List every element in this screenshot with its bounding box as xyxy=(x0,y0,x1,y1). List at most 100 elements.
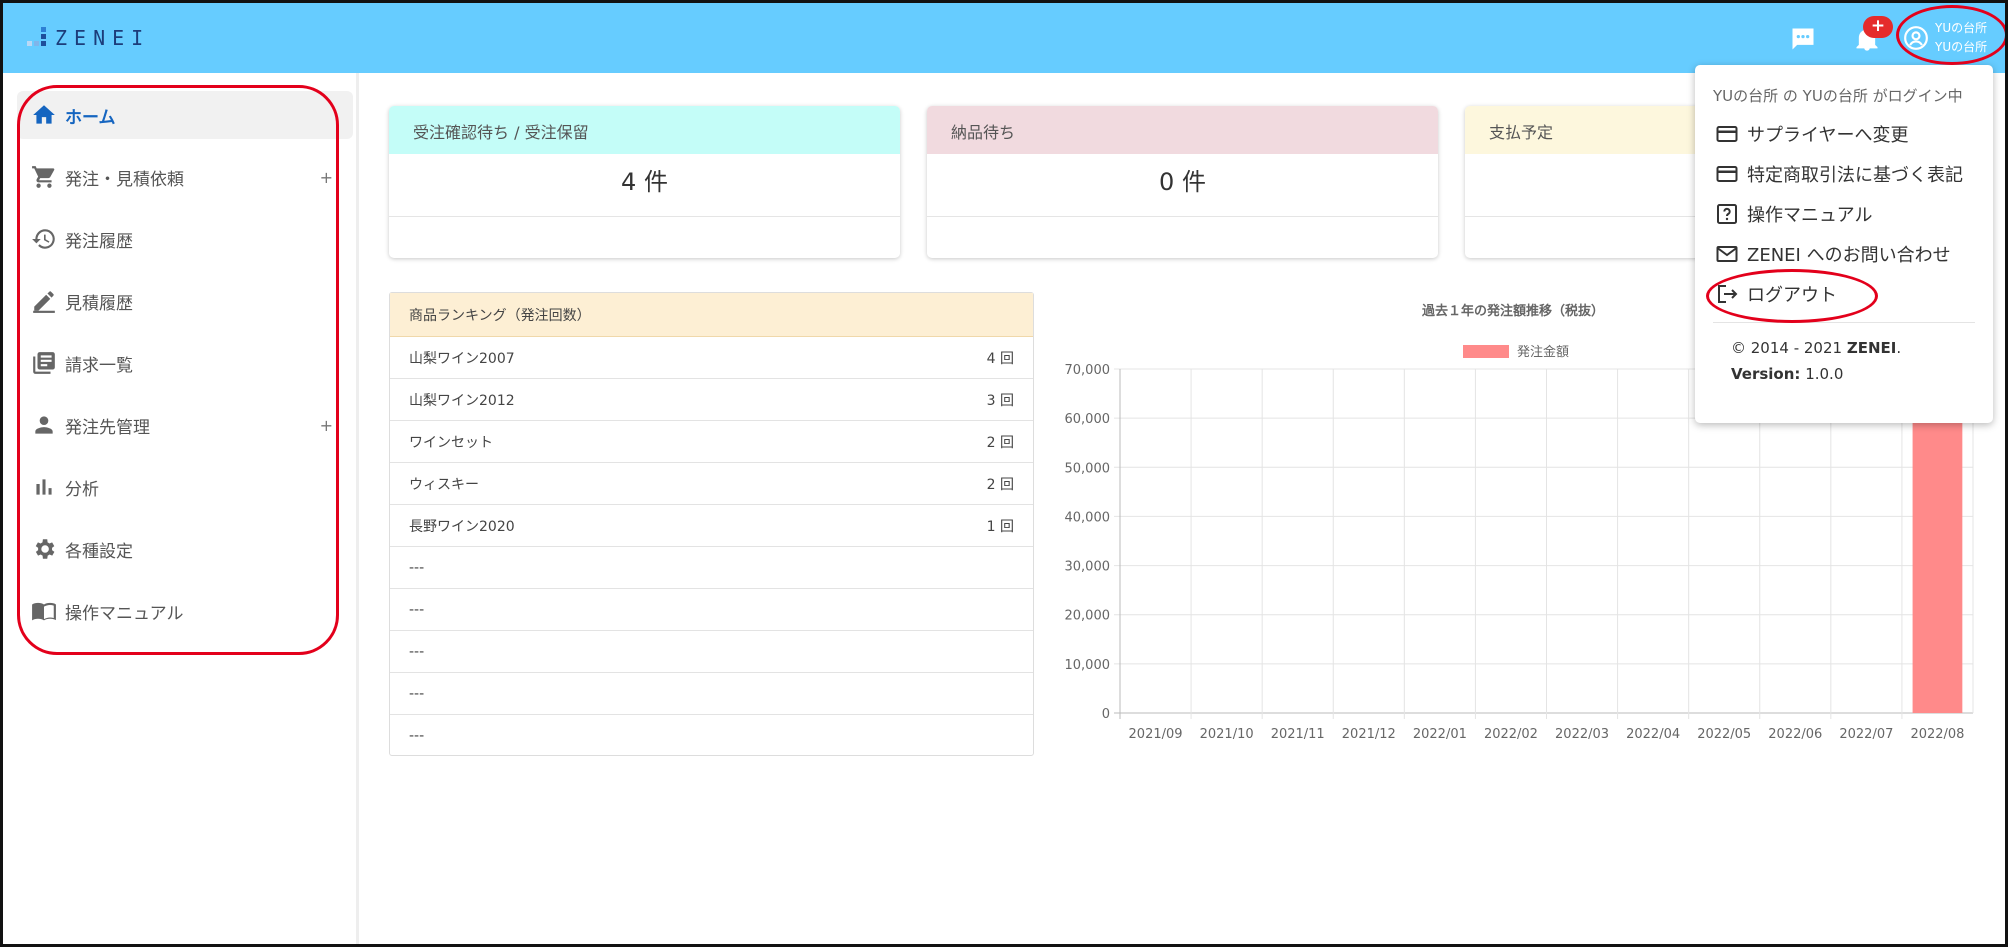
y-tick-label: 0 xyxy=(1102,707,1110,722)
ranking-row: ウィスキー 2 回 xyxy=(390,463,1033,505)
sidebar-item-settings[interactable]: 各種設定 xyxy=(17,525,353,573)
history-icon xyxy=(32,229,55,249)
person-icon xyxy=(35,416,53,434)
logo-text: ZENEI xyxy=(55,26,151,50)
version-text: Version: 1.0.0 xyxy=(1731,365,1844,383)
ranking-row: 山梨ワイン2012 3 回 xyxy=(390,379,1033,421)
sidebar-item-invoices[interactable]: 請求一覧 xyxy=(17,339,353,387)
mail-icon xyxy=(1716,246,1738,262)
ranking-product-name: --- xyxy=(409,728,425,744)
user-name-line2: YUの台所 xyxy=(1935,40,1988,54)
card-title: 納品待ち xyxy=(927,106,1438,154)
sidebar-item-label: 発注履歴 xyxy=(65,231,133,252)
list-icon xyxy=(33,352,55,374)
legal-notice-item[interactable]: 特定商取引法に基づく表記 xyxy=(1715,159,1963,189)
card-icon xyxy=(1716,126,1738,142)
sidebar-item-label: 操作マニュアル xyxy=(65,603,184,624)
x-tick-label: 2022/08 xyxy=(1910,727,1964,742)
x-tick-label: 2021/12 xyxy=(1342,727,1396,742)
y-tick-label: 40,000 xyxy=(1065,510,1111,525)
chart-bar xyxy=(1912,418,1963,713)
legend-swatch xyxy=(1463,345,1509,358)
card-icon xyxy=(1716,166,1738,182)
y-tick-label: 60,000 xyxy=(1065,412,1111,427)
x-tick-label: 2022/05 xyxy=(1697,727,1751,742)
ranking-product-name: ワインセット xyxy=(409,434,493,451)
card-awaiting-delivery[interactable]: 納品待ち 0 件 xyxy=(927,106,1438,258)
logo-mark-icon xyxy=(25,25,51,51)
ranking-row: 長野ワイン2020 1 回 xyxy=(390,505,1033,547)
ranking-count: 2 回 xyxy=(986,476,1014,493)
help-icon xyxy=(1717,204,1737,224)
sidebar-item-label: 請求一覧 xyxy=(65,355,133,376)
user-circle-icon xyxy=(1904,26,1928,50)
ranking-product-name: --- xyxy=(409,601,425,618)
y-tick-label: 30,000 xyxy=(1065,560,1111,575)
copyright-text: © 2014 - 2021 ZENEI. xyxy=(1731,339,1902,357)
chat-icon[interactable] xyxy=(1789,25,1817,53)
ranking-row: --- xyxy=(390,631,1033,673)
sidebar-item-order-history[interactable]: 発注履歴 xyxy=(17,215,353,263)
menu-divider xyxy=(1713,322,1975,323)
sidebar-item-label: 発注先管理 xyxy=(65,417,150,438)
top-header: ZENEI + YUの台所 YUの台所 xyxy=(3,3,2005,73)
menu-item-label: サプライヤーへ変更 xyxy=(1747,125,1909,146)
ranking-product-name: 長野ワイン2020 xyxy=(409,518,515,535)
ranking-row: --- xyxy=(390,715,1033,757)
x-tick-label: 2022/04 xyxy=(1626,727,1680,742)
ranking-product-name: ウィスキー xyxy=(409,476,479,493)
ranking-row: --- xyxy=(390,589,1033,631)
menu-item-label: 操作マニュアル xyxy=(1747,205,1873,226)
sidebar-item-manual[interactable]: 操作マニュアル xyxy=(17,587,353,635)
switch-to-supplier-item[interactable]: サプライヤーへ変更 xyxy=(1715,119,1908,149)
y-tick-label: 20,000 xyxy=(1065,609,1111,624)
zenei-logo[interactable]: ZENEI xyxy=(25,25,150,51)
ranking-count: 3 回 xyxy=(986,392,1014,409)
sidebar-item-suppliers[interactable]: 発注先管理 + xyxy=(17,401,353,449)
logout-item[interactable]: ログアウト xyxy=(1715,279,1837,309)
user-dropdown-menu: YUの台所 の YUの台所 がログイン中 サプライヤーへ変更 特定商取引法に基づ… xyxy=(1695,65,1993,423)
bar-chart-icon xyxy=(36,479,52,495)
x-tick-label: 2021/09 xyxy=(1129,727,1183,742)
x-tick-label: 2022/03 xyxy=(1555,727,1609,742)
expand-plus-icon[interactable]: + xyxy=(320,168,333,187)
user-name-line1: YUの台所 xyxy=(1935,21,1988,35)
sidebar-item-home[interactable]: ホーム xyxy=(17,91,353,139)
contact-item[interactable]: ZENEI へのお問い合わせ xyxy=(1715,239,1951,269)
user-menu-toggle[interactable]: YUの台所 YUの台所 xyxy=(1903,19,1987,57)
sidebar-item-order-quote[interactable]: 発注・見積依頼 + xyxy=(17,153,353,201)
expand-plus-icon[interactable]: + xyxy=(320,416,333,435)
sidebar-item-label: 発注・見積依頼 xyxy=(65,169,184,190)
card-title: 受注確認待ち / 受注保留 xyxy=(389,106,900,154)
menu-item-label: 特定商取引法に基づく表記 xyxy=(1747,165,1963,186)
sidebar-item-analysis[interactable]: 分析 xyxy=(17,463,353,511)
x-tick-label: 2022/06 xyxy=(1768,727,1822,742)
ranking-product-name: --- xyxy=(409,643,425,660)
notification-badge: + xyxy=(1863,16,1893,38)
book-icon xyxy=(32,602,56,621)
ranking-product-name: 山梨ワイン2007 xyxy=(409,350,515,367)
card-pending-confirmation[interactable]: 受注確認待ち / 受注保留 4 件 xyxy=(389,106,900,258)
app-window: ZENEI + YUの台所 YUの台所 ホーム 発注・見積依頼 + 発注履歴 見… xyxy=(0,0,2008,947)
y-tick-label: 10,000 xyxy=(1065,658,1111,673)
sidebar: ホーム 発注・見積依頼 + 発注履歴 見積履歴 請求一覧 発注先管理 + 分析 xyxy=(3,73,359,944)
operation-manual-item[interactable]: 操作マニュアル xyxy=(1715,199,1872,229)
sidebar-item-label: 各種設定 xyxy=(65,541,133,562)
sidebar-item-label: ホーム xyxy=(65,107,116,128)
sidebar-item-label: 見積履歴 xyxy=(65,293,133,314)
x-tick-label: 2021/10 xyxy=(1200,727,1254,742)
cart-icon xyxy=(32,166,55,188)
ranking-product-name: --- xyxy=(409,685,425,702)
gear-icon xyxy=(35,539,55,559)
sidebar-item-label: 分析 xyxy=(65,479,99,500)
product-ranking-panel: 商品ランキング（発注回数） 山梨ワイン2007 4 回山梨ワイン2012 3 回ワイ… xyxy=(389,292,1034,756)
ranking-count: 2 回 xyxy=(986,434,1014,451)
ranking-product-name: 山梨ワイン2012 xyxy=(409,392,515,409)
y-tick-label: 70,000 xyxy=(1065,363,1111,378)
sidebar-item-quote-history[interactable]: 見積履歴 xyxy=(17,277,353,325)
x-tick-label: 2022/07 xyxy=(1839,727,1893,742)
x-tick-label: 2022/02 xyxy=(1484,727,1538,742)
pencil-icon xyxy=(33,291,55,313)
chart-title: 過去１年の発注額推移（税抜） xyxy=(1421,303,1604,319)
menu-item-label: ZENEI へのお問い合わせ xyxy=(1747,245,1951,266)
